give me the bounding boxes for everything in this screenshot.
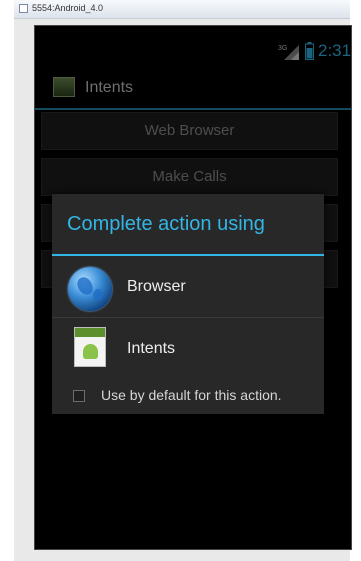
app-option-label: Browser xyxy=(127,278,186,295)
browser-globe-icon xyxy=(68,267,112,311)
use-default-label[interactable]: Use by default for this action. xyxy=(101,387,282,403)
dialog-title: Complete action using xyxy=(67,213,265,235)
window-title: 5554:Android_4.0 xyxy=(32,3,104,13)
app-option-label: Intents xyxy=(127,340,176,357)
complete-action-dialog: Complete action using Browser Intents Us… xyxy=(52,194,324,414)
emulator-title-bar: 5554:Android_4.0 xyxy=(14,0,350,19)
intents-app-icon xyxy=(74,327,106,367)
window-app-icon xyxy=(19,4,28,13)
phone-screen: 3G 2:31 Intents Web Browser Make Calls C… xyxy=(34,25,352,550)
emulator-window: 5554:Android_4.0 3G 2:31 Intents Web Bro… xyxy=(14,0,352,561)
use-default-checkbox[interactable] xyxy=(73,390,85,402)
